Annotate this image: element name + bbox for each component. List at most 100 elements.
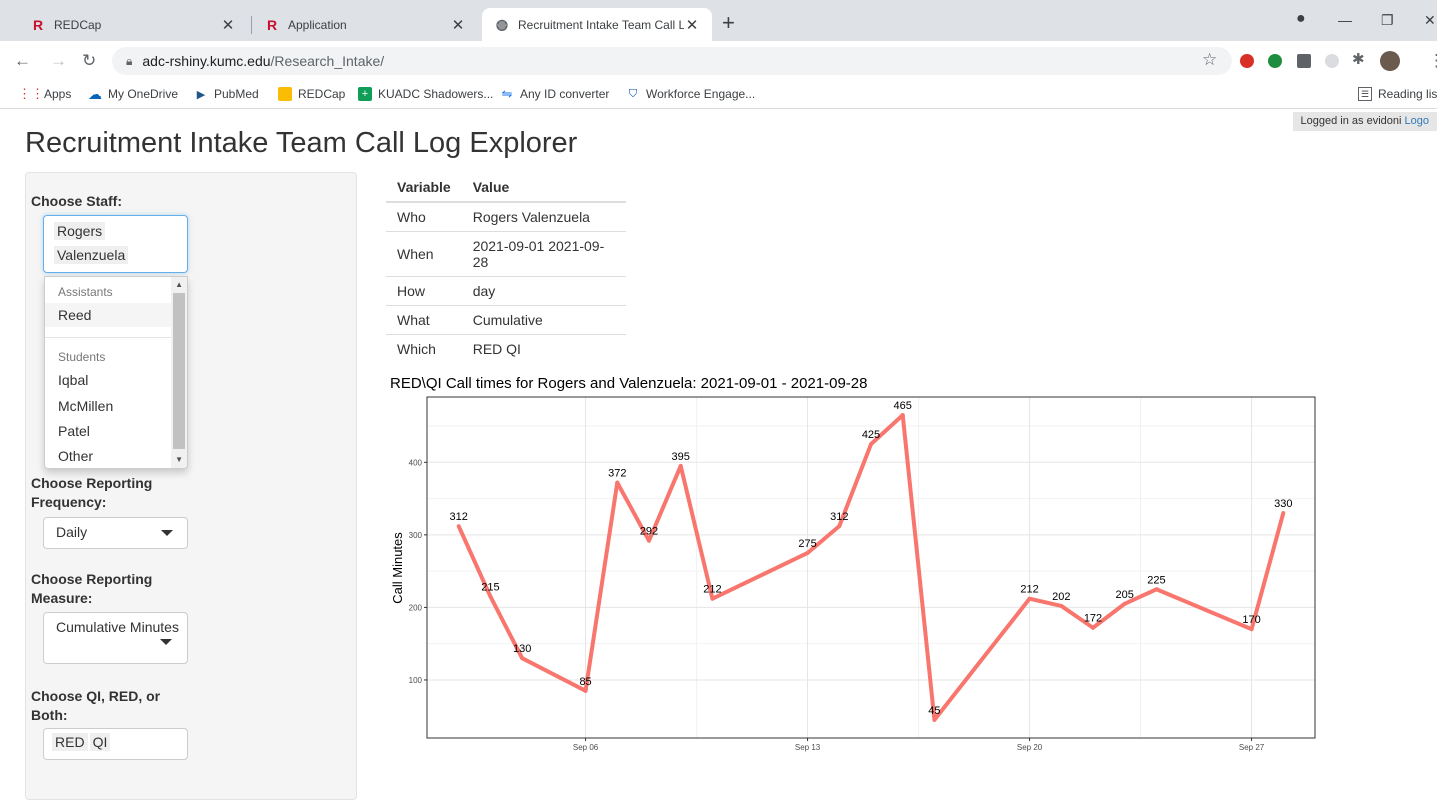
- table-header-row: Variable Value: [386, 173, 626, 203]
- type-chip-qi[interactable]: QI: [89, 733, 111, 751]
- sheets-plus-icon: +: [358, 87, 372, 101]
- measure-select[interactable]: Cumulative Minutes: [43, 612, 188, 664]
- data-label: 425: [862, 429, 880, 441]
- data-label: 372: [608, 468, 626, 480]
- logout-link[interactable]: Logo: [1405, 115, 1429, 127]
- bookmark-apps[interactable]: ⋮⋮ Apps: [18, 86, 71, 101]
- data-label: 292: [640, 526, 658, 538]
- data-label: 312: [830, 511, 848, 523]
- x-tick-label: Sep 20: [1017, 743, 1043, 752]
- table-cell: Cumulative: [461, 305, 626, 335]
- chart-y-label: Call Minutes: [390, 532, 405, 604]
- parameters-table: Variable Value Who Rogers Valenzuela When…: [386, 173, 626, 364]
- chart-title: RED\QI Call times for Rogers and Valenzu…: [390, 375, 867, 392]
- dropdown-option-other[interactable]: Other: [58, 448, 93, 464]
- table-cell: How: [386, 276, 462, 306]
- reload-icon[interactable]: ↻: [82, 51, 96, 71]
- avatar[interactable]: [1380, 51, 1400, 71]
- dropdown-option-mcmillen[interactable]: McMillen: [58, 398, 113, 414]
- scroll-down-arrow-icon[interactable]: ▼: [175, 455, 183, 464]
- table-cell: Rogers Valenzuela: [472, 209, 590, 225]
- url-host: adc-rshiny.kumc.edu: [142, 53, 271, 69]
- staff-chip-valenzuela[interactable]: Valenzuela: [54, 246, 129, 264]
- logged-in-text: Logged in as evidoni: [1300, 115, 1402, 127]
- data-label: 465: [894, 400, 912, 412]
- chart-x-axis: Sep 06 Sep 13 Sep 20 Sep 27: [573, 738, 1265, 752]
- bookmark-id-converter[interactable]: ⇋ Any ID converter: [500, 86, 610, 101]
- extension-square-icon[interactable]: [1297, 54, 1311, 68]
- reading-list-button[interactable]: ☰ Reading lis: [1358, 87, 1437, 101]
- dropdown-scrollbar[interactable]: ▲ ▼: [171, 277, 187, 468]
- extensions-puzzle-icon[interactable]: ✱: [1352, 50, 1365, 68]
- type-multiselect[interactable]: RED QI: [43, 728, 188, 760]
- frequency-label: Choose Reporting Frequency:: [31, 475, 153, 510]
- table-row: When 2021-09-01 2021-09-28: [386, 231, 626, 277]
- converter-icon: ⇋: [501, 86, 513, 101]
- ublock-extension-icon[interactable]: [1240, 54, 1254, 68]
- restore-icon[interactable]: ❐: [1381, 12, 1394, 29]
- page-title: Recruitment Intake Team Call Log Explore…: [25, 127, 578, 159]
- measure-label: Choose Reporting Measure:: [31, 571, 153, 606]
- x-tick-label: Sep 13: [795, 743, 821, 752]
- profile-menu-icon[interactable]: ●: [1296, 10, 1306, 28]
- kebab-menu-icon[interactable]: ⋮: [1428, 51, 1437, 71]
- bookmark-pubmed[interactable]: ▶ PubMed: [194, 87, 259, 101]
- bookmark-label: My OneDrive: [108, 87, 179, 101]
- tab-close-icon[interactable]: ✕: [684, 16, 700, 34]
- tab-close-icon[interactable]: ✕: [220, 16, 236, 34]
- type-chip-red[interactable]: RED: [52, 733, 88, 751]
- data-label: 395: [672, 451, 690, 463]
- bookmark-kuadc-shadowers[interactable]: + KUADC Shadowers...: [358, 87, 493, 101]
- back-arrow-icon[interactable]: ←: [14, 51, 31, 71]
- login-status: Logged in as evidoni Logo: [1292, 112, 1437, 131]
- table-row: How day: [386, 276, 626, 306]
- dropdown-option-patel[interactable]: Patel: [58, 423, 90, 439]
- table-cell: day: [461, 276, 626, 306]
- data-label: 212: [1020, 584, 1038, 596]
- data-label: 225: [1147, 574, 1165, 586]
- pubmed-icon: ▶: [196, 88, 206, 101]
- bookmark-star-icon[interactable]: ☆: [1202, 50, 1217, 70]
- url-path: /Research_Intake/: [270, 53, 385, 69]
- scroll-up-arrow-icon[interactable]: ▲: [175, 280, 183, 289]
- chart-y-axis: 100 200 300 400: [409, 458, 427, 685]
- y-tick-label: 100: [409, 676, 423, 685]
- line-segment: [583, 480, 620, 693]
- minimize-icon[interactable]: —: [1338, 12, 1352, 28]
- bookmark-label: PubMed: [214, 87, 259, 101]
- column-header: Variable: [386, 173, 462, 203]
- bookmark-workforce[interactable]: ⛉ Workforce Engage...: [626, 87, 755, 101]
- forward-arrow-icon[interactable]: →: [50, 51, 67, 71]
- chart-series: [456, 413, 1286, 722]
- tab-redcap[interactable]: R REDCap ✕: [18, 8, 248, 41]
- extension-arc-icon[interactable]: [1325, 54, 1339, 68]
- scrollbar-thumb[interactable]: [173, 293, 185, 449]
- y-tick-label: 400: [409, 458, 423, 467]
- dropdown-option-iqbal[interactable]: Iqbal: [58, 372, 88, 388]
- bookmark-redcap[interactable]: REDCap: [278, 87, 345, 101]
- data-label: 172: [1084, 613, 1102, 625]
- bookmarks-bar: ⋮⋮ Apps ☁ My OneDrive ▶ PubMed REDCap + …: [0, 81, 1437, 109]
- lock-icon[interactable]: 🔒︎: [126, 54, 132, 69]
- tab-close-icon[interactable]: ✕: [450, 16, 466, 34]
- address-bar[interactable]: 🔒︎ adc-rshiny.kumc.edu/Research_Intake/: [112, 47, 1232, 75]
- staff-chip-rogers[interactable]: Rogers: [54, 222, 106, 240]
- window-close-icon[interactable]: ✕: [1424, 12, 1436, 29]
- frequency-select[interactable]: Daily: [43, 517, 188, 549]
- measure-value: Cumulative Minutes: [56, 619, 179, 635]
- y-tick-label: 300: [409, 531, 423, 540]
- tab-call-log[interactable]: ◍ Recruitment Intake Team Call Log ✕: [482, 8, 712, 41]
- new-tab-plus-icon[interactable]: +: [722, 12, 735, 34]
- bookmark-onedrive[interactable]: ☁ My OneDrive: [88, 86, 179, 102]
- table-row: Which RED QI: [386, 334, 626, 364]
- tab-application[interactable]: R Application ✕: [252, 8, 478, 41]
- security-extension-icon[interactable]: [1268, 54, 1282, 68]
- chevron-down-icon: [161, 530, 173, 536]
- x-tick-label: Sep 27: [1239, 743, 1265, 752]
- data-label: 275: [798, 538, 816, 550]
- dropdown-option-reed[interactable]: Reed: [58, 307, 91, 323]
- data-label: 205: [1116, 589, 1134, 601]
- staff-multiselect[interactable]: Rogers Valenzuela: [43, 215, 188, 273]
- line-segment: [932, 596, 1032, 722]
- x-tick-label: Sep 06: [573, 743, 599, 752]
